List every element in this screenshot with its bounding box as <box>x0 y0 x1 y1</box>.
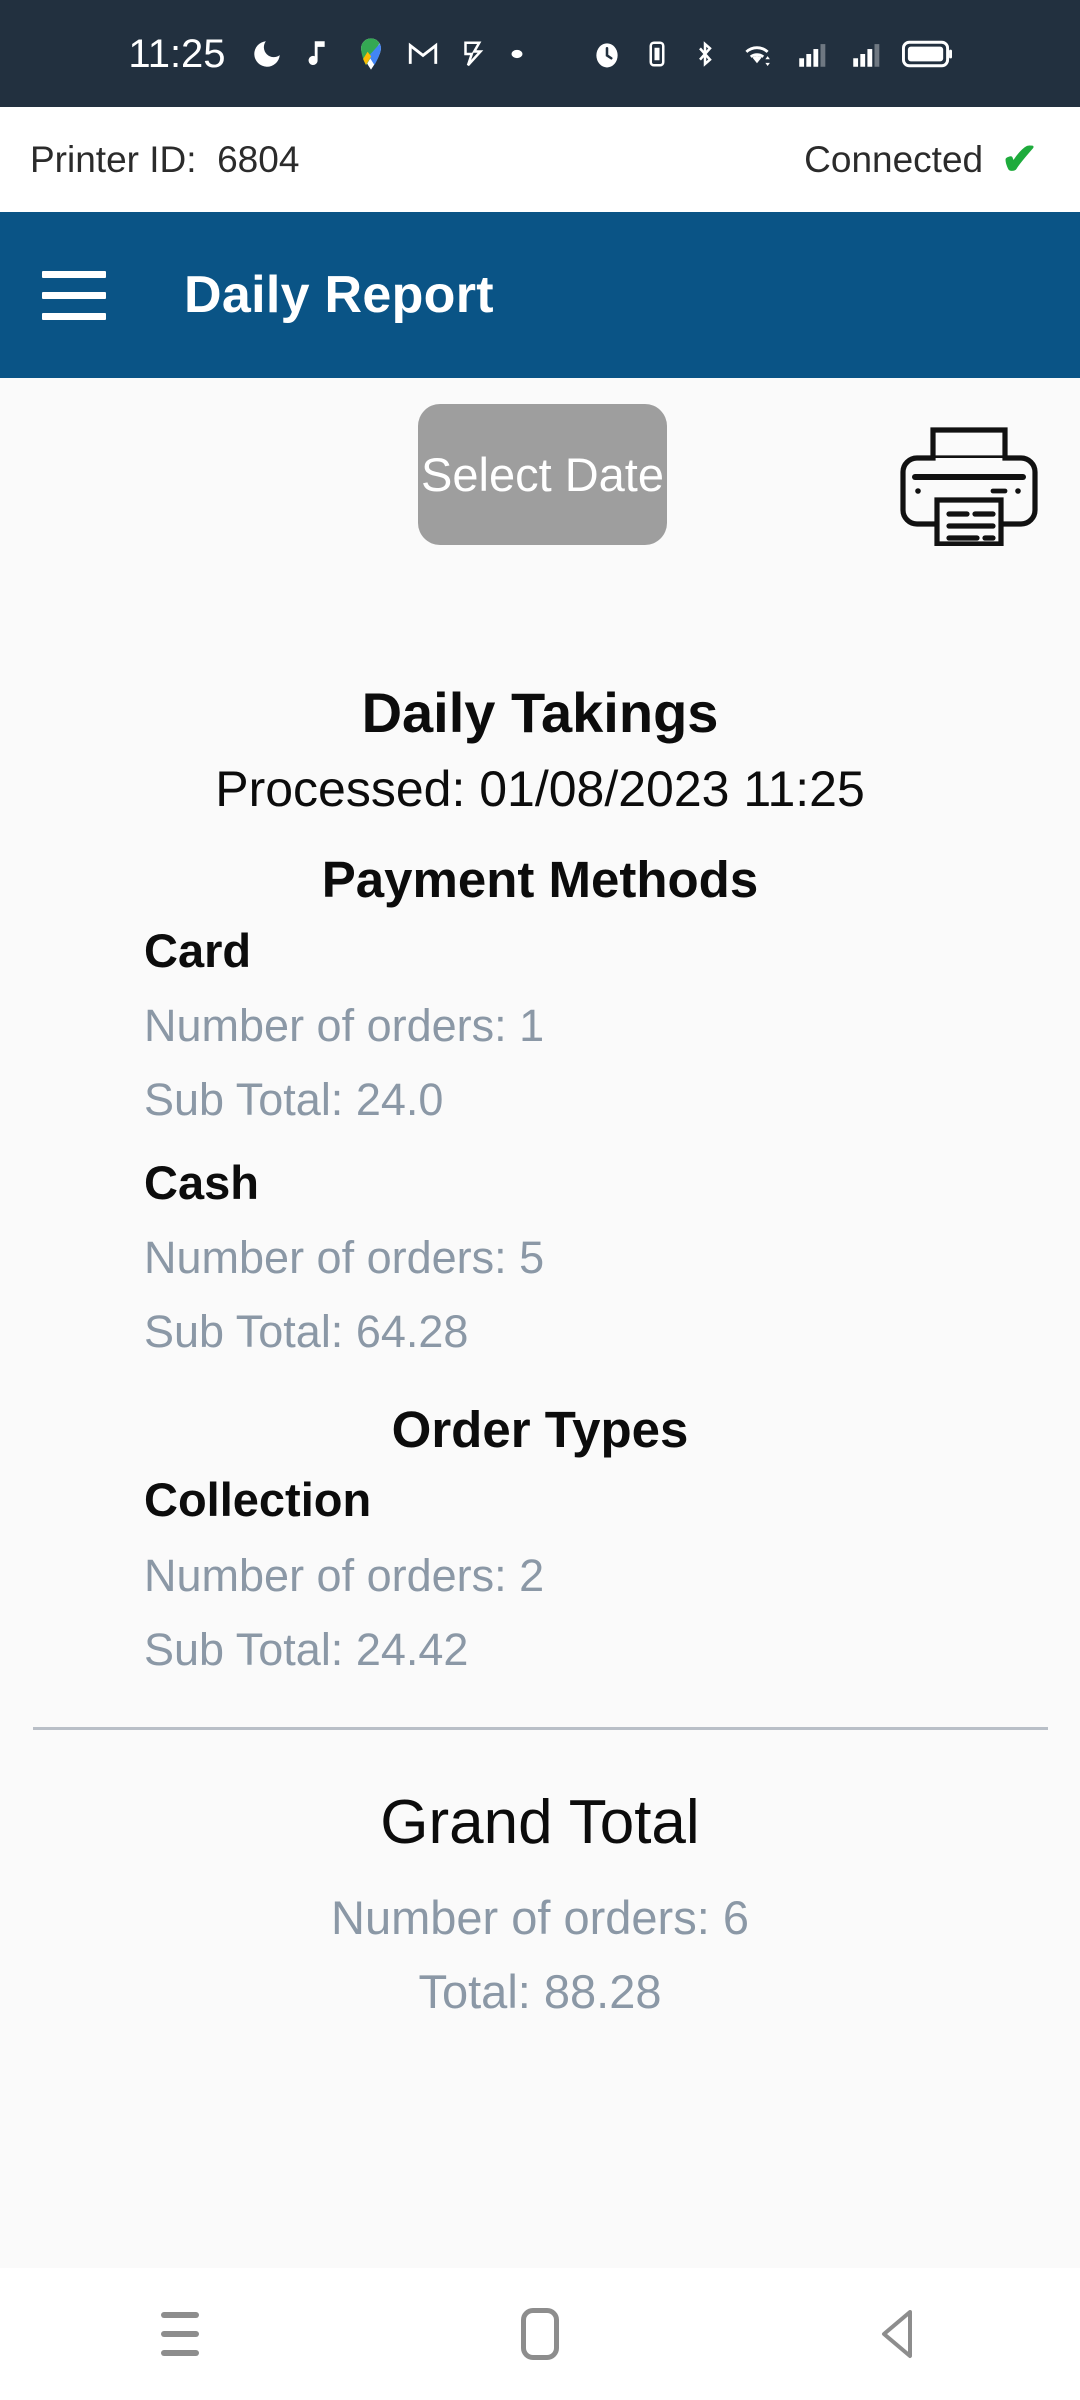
grand-total-title: Grand Total <box>380 1788 700 1857</box>
maps-icon <box>354 37 388 71</box>
recents-line <box>161 2312 199 2318</box>
group-orders-card: Number of orders: 1 <box>144 1000 545 1051</box>
connection-status-label: Connected <box>804 138 984 180</box>
section-heading-payment-methods: Payment Methods <box>321 851 759 908</box>
connection-status: Connected ✔ <box>804 134 1050 184</box>
check-icon: ✔ <box>1001 134 1038 184</box>
report-processed-timestamp: Processed: 01/08/2023 11:25 <box>215 761 865 817</box>
group-subtotal-cash: Sub Total: 64.28 <box>144 1306 469 1357</box>
grand-total-amount: Total: 88.28 <box>418 1965 662 2018</box>
hamburger-line <box>42 291 106 299</box>
home-icon[interactable] <box>480 2274 600 2394</box>
printer-id-label: Printer ID: 6804 <box>30 138 300 180</box>
music-note-icon <box>302 37 336 71</box>
vibrate-icon <box>642 37 672 71</box>
bolt-icon <box>458 38 488 70</box>
recents-icon[interactable] <box>120 2274 240 2394</box>
hamburger-line <box>42 312 106 320</box>
dot-icon <box>506 43 528 65</box>
status-bar-clock: 11:25 <box>128 31 226 76</box>
group-subtotal-card: Sub Total: 24.0 <box>144 1074 444 1125</box>
signal-bars-sim1-icon <box>794 37 830 71</box>
printer-icon[interactable] <box>893 424 1045 546</box>
alarm-icon <box>590 37 624 71</box>
section-heading-order-types: Order Types <box>391 1401 689 1458</box>
home-glyph <box>521 2308 559 2360</box>
wifi-icon <box>738 37 776 71</box>
group-name-collection: Collection <box>144 1473 372 1526</box>
battery-icon <box>901 39 952 69</box>
back-glyph <box>882 2310 912 2358</box>
recents-line <box>161 2331 199 2337</box>
phone-screen: 11:25 Printer ID: 6804 Connected ✔ Daily… <box>0 0 1080 2400</box>
do-not-disturb-moon-icon <box>250 37 284 71</box>
section-divider <box>33 1727 1048 1730</box>
page-title: Daily Report <box>184 266 494 324</box>
bluetooth-icon <box>690 37 720 71</box>
gmail-icon <box>406 37 440 71</box>
recents-glyph <box>161 2312 199 2356</box>
group-orders-collection: Number of orders: 2 <box>144 1550 545 1601</box>
select-date-button[interactable]: Select Date <box>418 404 667 545</box>
back-icon[interactable] <box>840 2274 960 2394</box>
report-title: Daily Takings <box>361 681 719 744</box>
grand-total-orders: Number of orders: 6 <box>331 1891 749 1944</box>
printer-status-bar: Printer ID: 6804 Connected ✔ <box>0 107 1080 212</box>
group-subtotal-collection: Sub Total: 24.42 <box>144 1624 469 1675</box>
select-date-button-label: Select Date <box>421 448 664 501</box>
group-orders-cash: Number of orders: 5 <box>144 1232 545 1283</box>
recents-line <box>161 2350 199 2356</box>
hamburger-line <box>42 270 106 278</box>
group-name-cash: Cash <box>144 1156 259 1209</box>
group-name-card: Card <box>144 924 252 977</box>
hamburger-menu-icon[interactable] <box>42 260 112 330</box>
system-navigation-bar <box>0 2268 1080 2400</box>
status-bar: 11:25 <box>0 0 1080 107</box>
app-bar: Daily Report <box>0 212 1080 378</box>
signal-bars-sim2-icon <box>848 37 884 71</box>
